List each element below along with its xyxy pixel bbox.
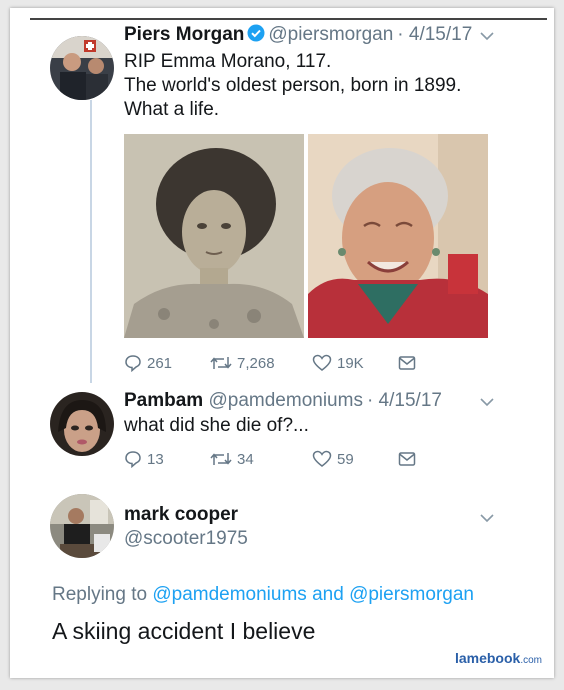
tweet-date[interactable]: · 4/15/17 [367, 390, 442, 411]
message-icon [398, 356, 416, 370]
tweet-2-text: what did she die of?... [124, 415, 309, 436]
avatar-mark-cooper[interactable] [50, 494, 114, 558]
reply-icon [125, 355, 141, 372]
reply-icon [125, 451, 141, 468]
reply-count: 13 [147, 450, 164, 468]
watermark-suffix: .com [520, 655, 542, 666]
reply-text: A skiing accident I believe [52, 618, 316, 644]
replying-to-label: Replying to [52, 584, 148, 605]
mention-link[interactable]: @piersmorgan [349, 584, 474, 605]
author-name[interactable]: Piers Morgan [124, 24, 244, 45]
heart-icon [312, 354, 332, 371]
tweet-1-actions: 261 7,268 19K [124, 354, 416, 372]
reply-button[interactable]: 261 [124, 354, 210, 372]
message-button[interactable] [398, 451, 416, 467]
like-count: 59 [337, 450, 354, 468]
retweet-button[interactable]: 34 [210, 451, 312, 468]
tweet-1-header: Piers Morgan @piersmorgan · 4/15/17 [124, 24, 472, 48]
reply-author-handle-row: @scooter1975 [124, 528, 248, 550]
tweet-date[interactable]: · 4/15/17 [397, 24, 472, 45]
author-name[interactable]: mark cooper [124, 504, 238, 525]
watermark-logo: lamebook.com [455, 650, 542, 666]
photo-young-emma[interactable] [124, 134, 304, 338]
retweet-icon [210, 357, 232, 369]
verified-badge-icon [247, 24, 265, 48]
reply-button[interactable]: 13 [124, 450, 210, 468]
author-name[interactable]: Pambam [124, 390, 203, 411]
tweet-1-text: RIP Emma Morano, 117. The world's oldest… [124, 51, 462, 120]
screenshot-card: Piers Morgan @piersmorgan · 4/15/17 RIP Em… [10, 8, 554, 678]
retweet-count: 34 [237, 450, 254, 468]
like-button[interactable]: 59 [312, 450, 398, 468]
chevron-down-icon[interactable] [480, 510, 494, 526]
reply-count: 261 [147, 354, 173, 372]
chevron-down-icon[interactable] [480, 28, 494, 44]
message-button[interactable] [398, 355, 416, 371]
tweet-2-actions: 13 34 59 [124, 450, 416, 468]
like-count: 19K [337, 354, 364, 372]
author-handle[interactable]: @pamdemoniums [208, 390, 362, 411]
author-handle[interactable]: @piersmorgan [268, 24, 393, 45]
avatar-pambam[interactable] [50, 392, 114, 456]
heart-icon [312, 450, 332, 467]
tweet-2-header: Pambam @pamdemoniums · 4/15/17 [124, 390, 442, 412]
thread-line [90, 100, 92, 383]
retweet-count: 7,268 [237, 354, 275, 372]
like-button[interactable]: 19K [312, 354, 398, 372]
author-handle[interactable]: @scooter1975 [124, 528, 248, 549]
replying-to-line: Replying to @pamdemoniums and @piersmorg… [52, 584, 474, 606]
retweet-icon [210, 453, 232, 465]
retweet-button[interactable]: 7,268 [210, 355, 312, 372]
message-icon [398, 452, 416, 466]
chevron-down-icon[interactable] [480, 394, 494, 410]
avatar-piers-morgan[interactable] [50, 36, 114, 100]
mention-link[interactable]: @pamdemoniums [152, 584, 306, 605]
and-label: and [312, 584, 344, 605]
divider [30, 18, 547, 20]
watermark-main: lamebook [454, 650, 521, 666]
reply-author-name: mark cooper [124, 504, 238, 526]
photo-elderly-emma[interactable] [308, 134, 488, 338]
